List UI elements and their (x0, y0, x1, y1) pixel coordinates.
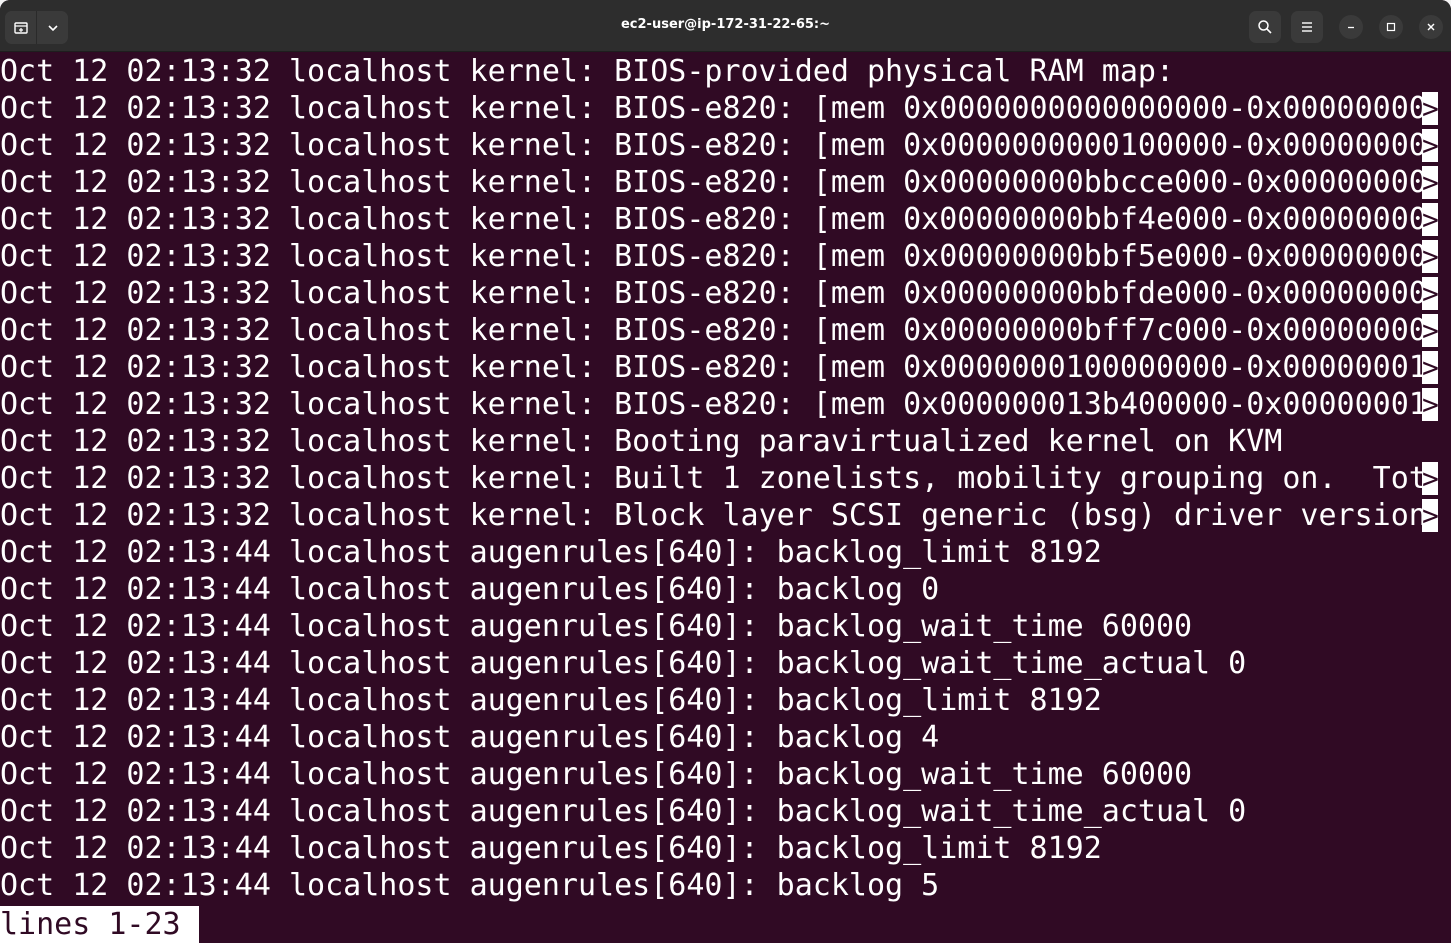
minimize-button[interactable] (1339, 15, 1363, 39)
log-line: Oct 12 02:13:44 localhost augenrules[640… (0, 867, 1451, 904)
truncation-marker: > (1422, 462, 1439, 495)
log-line-text: Oct 12 02:13:32 localhost kernel: BIOS-e… (0, 165, 1422, 200)
truncation-marker: > (1422, 92, 1439, 125)
main-menu-button[interactable] (1291, 11, 1323, 43)
title-bar: ec2-user@ip-172-31-22-65:~ (0, 0, 1451, 52)
truncation-marker: > (1422, 388, 1439, 421)
log-line-text: Oct 12 02:13:32 localhost kernel: BIOS-p… (0, 54, 1174, 89)
log-line: Oct 12 02:13:44 localhost augenrules[640… (0, 534, 1451, 571)
log-line: Oct 12 02:13:32 localhost kernel: Block … (0, 497, 1451, 534)
log-line-text: Oct 12 02:13:44 localhost augenrules[640… (0, 794, 1247, 829)
truncation-marker: > (1422, 129, 1439, 162)
log-line: Oct 12 02:13:32 localhost kernel: BIOS-e… (0, 312, 1451, 349)
truncation-marker: > (1422, 277, 1439, 310)
log-line-text: Oct 12 02:13:32 localhost kernel: BIOS-e… (0, 128, 1422, 163)
log-line: Oct 12 02:13:32 localhost kernel: BIOS-e… (0, 238, 1451, 275)
log-line: Oct 12 02:13:32 localhost kernel: BIOS-e… (0, 201, 1451, 238)
log-line-text: Oct 12 02:13:44 localhost augenrules[640… (0, 535, 1102, 570)
truncation-marker: > (1422, 499, 1439, 532)
log-line: Oct 12 02:13:44 localhost augenrules[640… (0, 682, 1451, 719)
log-line: Oct 12 02:13:44 localhost augenrules[640… (0, 830, 1451, 867)
log-line: Oct 12 02:13:44 localhost augenrules[640… (0, 793, 1451, 830)
window-controls (1239, 11, 1443, 43)
log-line-text: Oct 12 02:13:32 localhost kernel: BIOS-e… (0, 202, 1422, 237)
close-icon (1427, 23, 1435, 31)
log-line: Oct 12 02:13:44 localhost augenrules[640… (0, 756, 1451, 793)
log-line: Oct 12 02:13:32 localhost kernel: BIOS-e… (0, 164, 1451, 201)
hamburger-menu-icon (1302, 22, 1312, 32)
log-line-text: Oct 12 02:13:44 localhost augenrules[640… (0, 609, 1193, 644)
log-line: Oct 12 02:13:32 localhost kernel: Bootin… (0, 423, 1451, 460)
truncation-marker: > (1422, 166, 1439, 199)
search-button[interactable] (1249, 11, 1281, 43)
truncation-marker: > (1422, 203, 1439, 236)
truncation-marker: > (1422, 240, 1439, 273)
log-line-text: Oct 12 02:13:32 localhost kernel: Built … (0, 461, 1422, 496)
log-line: Oct 12 02:13:32 localhost kernel: BIOS-e… (0, 349, 1451, 386)
log-line-text: Oct 12 02:13:44 localhost augenrules[640… (0, 868, 940, 903)
log-line: Oct 12 02:13:32 localhost kernel: BIOS-e… (0, 90, 1451, 127)
search-icon (1258, 20, 1272, 34)
log-line-text: Oct 12 02:13:44 localhost augenrules[640… (0, 831, 1102, 866)
log-line-text: Oct 12 02:13:32 localhost kernel: BIOS-e… (0, 387, 1422, 422)
log-line-text: Oct 12 02:13:44 localhost augenrules[640… (0, 757, 1193, 792)
log-line: Oct 12 02:13:44 localhost augenrules[640… (0, 608, 1451, 645)
log-line: Oct 12 02:13:32 localhost kernel: BIOS-e… (0, 127, 1451, 164)
log-line-text: Oct 12 02:13:32 localhost kernel: BIOS-e… (0, 239, 1422, 274)
log-line: Oct 12 02:13:44 localhost augenrules[640… (0, 571, 1451, 608)
maximize-button[interactable] (1379, 15, 1403, 39)
log-line-text: Oct 12 02:13:32 localhost kernel: Bootin… (0, 424, 1283, 459)
log-line: Oct 12 02:13:32 localhost kernel: BIOS-e… (0, 275, 1451, 312)
log-line-text: Oct 12 02:13:32 localhost kernel: BIOS-e… (0, 350, 1422, 385)
log-line: Oct 12 02:13:44 localhost augenrules[640… (0, 645, 1451, 682)
log-line: Oct 12 02:13:32 localhost kernel: BIOS-e… (0, 386, 1451, 423)
log-line-text: Oct 12 02:13:32 localhost kernel: BIOS-e… (0, 91, 1422, 126)
log-line-text: Oct 12 02:13:32 localhost kernel: BIOS-e… (0, 276, 1422, 311)
log-line-text: Oct 12 02:13:44 localhost augenrules[640… (0, 683, 1102, 718)
terminal-window: ec2-user@ip-172-31-22-65:~ Oct 12 02:13:… (0, 0, 1451, 943)
log-line-text: Oct 12 02:13:44 localhost augenrules[640… (0, 646, 1247, 681)
minimize-icon (1348, 26, 1354, 29)
truncation-marker: > (1422, 351, 1439, 384)
log-line: Oct 12 02:13:32 localhost kernel: Built … (0, 460, 1451, 497)
log-line-text: Oct 12 02:13:32 localhost kernel: BIOS-e… (0, 313, 1422, 348)
log-line-text: Oct 12 02:13:44 localhost augenrules[640… (0, 572, 940, 607)
window-title: ec2-user@ip-172-31-22-65:~ (620, 17, 831, 32)
log-line: Oct 12 02:13:44 localhost augenrules[640… (0, 719, 1451, 756)
close-button[interactable] (1419, 15, 1443, 39)
pager-status-line: lines 1-23 (0, 906, 199, 943)
terminal-output[interactable]: Oct 12 02:13:32 localhost kernel: BIOS-p… (0, 53, 1451, 943)
maximize-icon (1386, 22, 1396, 32)
log-line-text: Oct 12 02:13:44 localhost augenrules[640… (0, 720, 940, 755)
log-line: Oct 12 02:13:32 localhost kernel: BIOS-p… (0, 53, 1451, 90)
log-line-text: Oct 12 02:13:32 localhost kernel: Block … (0, 498, 1422, 533)
truncation-marker: > (1422, 314, 1439, 347)
